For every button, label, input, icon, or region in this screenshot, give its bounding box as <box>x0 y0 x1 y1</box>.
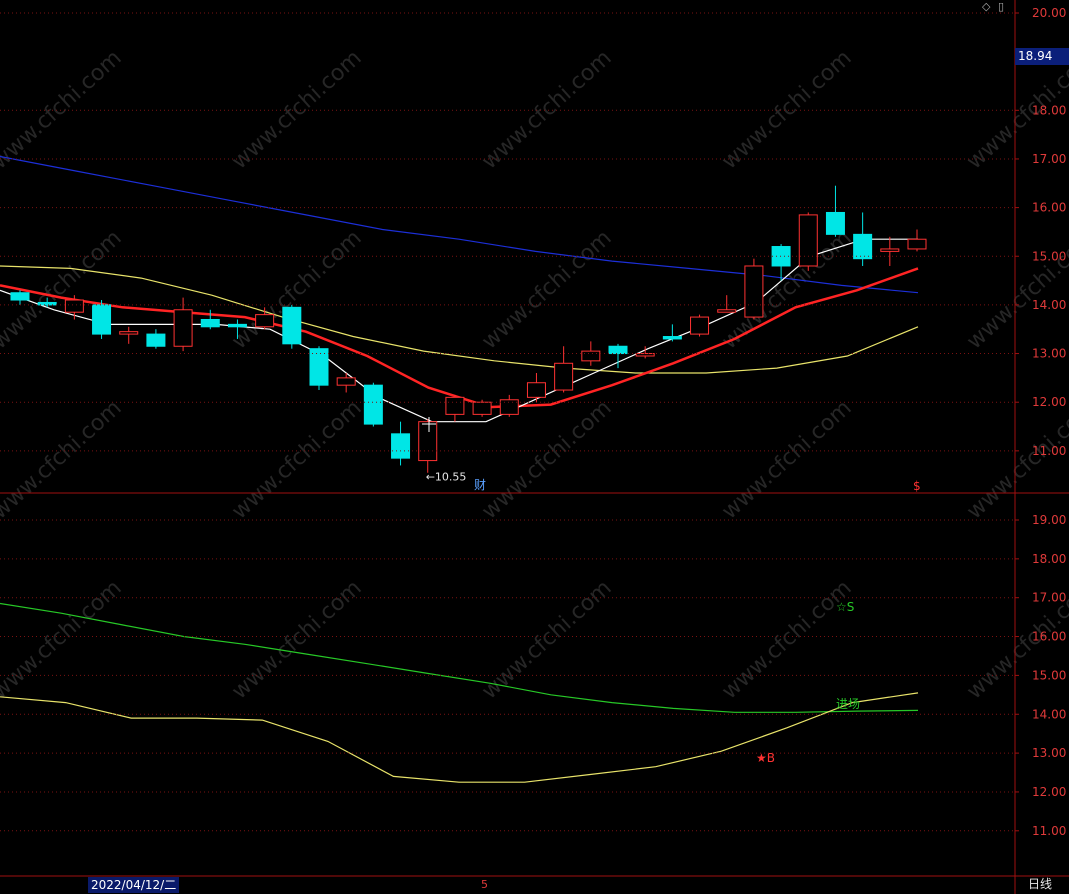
stock-chart[interactable]: www.cfchi.com www.cfchi.com www.cfchi.com w… <box>0 0 1069 894</box>
y-tick-label: 20.00 <box>1032 6 1066 20</box>
moving-average-line <box>0 155 919 294</box>
y-tick-label: 18.00 <box>1032 103 1066 117</box>
y-tick-label: 14.00 <box>1032 707 1066 721</box>
y-tick-label: 14.00 <box>1032 298 1066 312</box>
candle-body <box>744 265 764 318</box>
watermark-text: www.cfchi.com <box>477 46 616 175</box>
watermark-text: www.cfchi.com <box>962 226 1069 355</box>
y-tick-label: 13.00 <box>1032 746 1066 760</box>
candle-body <box>363 384 383 425</box>
y-tick-label: 13.00 <box>1032 347 1066 361</box>
candle-body <box>880 248 900 252</box>
y-tick-label: 16.00 <box>1032 201 1066 215</box>
watermark-text: www.cfchi.com <box>717 396 856 525</box>
candle-body <box>282 306 302 345</box>
y-tick-label: 12.00 <box>1032 785 1066 799</box>
candle-body <box>554 362 574 391</box>
candle-body <box>825 211 845 235</box>
candle-body <box>336 377 356 386</box>
watermark-text: www.cfchi.com <box>717 576 856 705</box>
candle-body <box>526 382 546 398</box>
signal-marker: $ <box>913 479 921 493</box>
watermark-text: www.cfchi.com <box>0 576 127 705</box>
candle-body <box>173 309 193 347</box>
entry-signal-label: 进场 <box>836 697 860 711</box>
date-label: 2022/04/12/二 <box>88 877 180 893</box>
indicator-line <box>0 692 919 783</box>
toolbar-icons[interactable]: ◇ ▯ <box>982 0 1006 13</box>
candle-body <box>853 233 873 260</box>
y-tick-label: 17.00 <box>1032 591 1066 605</box>
watermark-text: www.cfchi.com <box>717 46 856 175</box>
candle-body <box>771 246 791 267</box>
y-tick-label: 12.00 <box>1032 395 1066 409</box>
candle-body <box>445 396 465 415</box>
candle-body <box>146 333 166 347</box>
candle-body <box>200 318 220 328</box>
candle-body <box>907 238 927 250</box>
candle-body <box>662 336 682 340</box>
y-tick-label: 11.00 <box>1032 824 1066 838</box>
watermark-text: www.cfchi.com <box>962 396 1069 525</box>
candle-body <box>391 433 411 459</box>
candle-body <box>499 399 519 415</box>
y-tick-label: 19.00 <box>1032 513 1066 527</box>
candle-body <box>227 323 247 328</box>
watermark-text: www.cfchi.com <box>0 46 127 175</box>
y-tick-label: 16.00 <box>1032 630 1066 644</box>
candle-body <box>309 348 329 386</box>
candle-body <box>92 304 112 335</box>
period-selector[interactable]: 日线 <box>1028 876 1052 893</box>
candle-body <box>717 309 737 313</box>
y-tick-label: 15.00 <box>1032 249 1066 263</box>
watermark-text: www.cfchi.com <box>717 226 856 355</box>
candle-body <box>608 345 628 355</box>
watermark-text: www.cfchi.com <box>477 396 616 525</box>
candle-body <box>64 299 84 313</box>
watermark-layer: www.cfchi.com www.cfchi.com www.cfchi.com w… <box>0 46 1069 705</box>
watermark-text: www.cfchi.com <box>227 576 366 705</box>
candle-body <box>472 401 492 415</box>
candle-body <box>119 331 139 335</box>
finance-marker: 财 <box>474 478 486 492</box>
low-price-annotation: ←10.55 <box>426 471 467 484</box>
candle-body <box>798 214 818 267</box>
candle-body <box>690 316 710 335</box>
sell-signal-label: ☆S <box>836 600 854 614</box>
cursor-position-label: 5 <box>481 878 488 891</box>
candle-body <box>255 314 275 328</box>
candle-body <box>635 353 655 357</box>
candle-body <box>10 292 30 301</box>
candle-body <box>581 350 601 362</box>
y-tick-label: 11.00 <box>1032 444 1066 458</box>
candle-body <box>418 421 438 462</box>
current-price-label: 18.94 <box>1015 48 1069 65</box>
indicator-panel: ☆S★B进场 <box>0 600 919 783</box>
y-tick-label: 17.00 <box>1032 152 1066 166</box>
y-tick-label: 15.00 <box>1032 668 1066 682</box>
watermark-text: www.cfchi.com <box>0 396 127 525</box>
watermark-text: www.cfchi.com <box>227 396 366 525</box>
moving-average-line <box>0 238 918 423</box>
y-tick-label: 18.00 <box>1032 552 1066 566</box>
